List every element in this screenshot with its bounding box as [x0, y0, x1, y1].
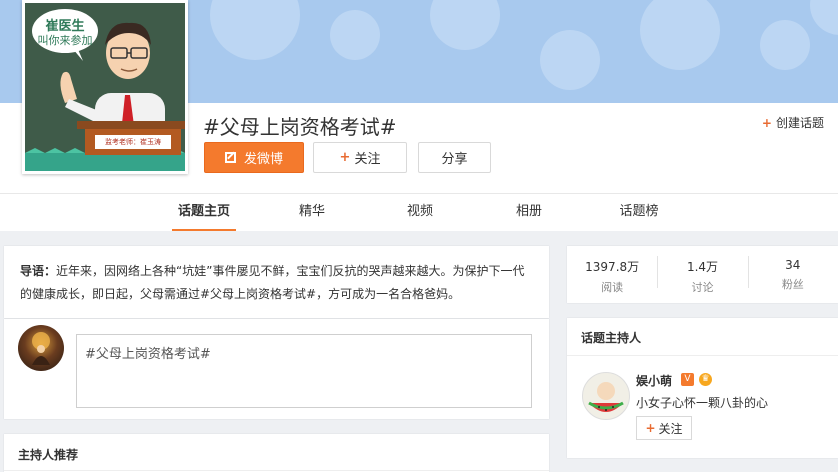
host-recommend-title: 主持人推荐: [18, 448, 79, 462]
host-avatar[interactable]: [582, 372, 630, 420]
plus-icon: +: [645, 421, 656, 435]
topic-stats: 1397.8万 阅读 1.4万 讨论 34 粉丝: [567, 246, 838, 303]
follow-host-button[interactable]: + 关注: [636, 416, 692, 440]
crown-icon: ♛: [699, 373, 712, 386]
section-divider: [567, 355, 838, 356]
host-section-title: 话题主持人: [581, 331, 642, 345]
post-weibo-label: 发微博: [243, 152, 283, 167]
post-weibo-button[interactable]: 发微博: [204, 142, 304, 173]
tab-label: 视频: [406, 204, 433, 219]
user-avatar-icon: [32, 332, 50, 365]
tab-videos[interactable]: 视频: [396, 194, 444, 231]
composer-text: #父母上岗资格考试#: [85, 347, 211, 362]
stat-label: 讨论: [691, 281, 714, 294]
stat-fans: 34 粉丝: [747, 246, 838, 303]
follow-topic-button[interactable]: + 关注: [313, 142, 407, 173]
follow-host-label: 关注: [658, 421, 683, 436]
topic-title: #父母上岗资格考试#: [203, 115, 397, 139]
stat-reads: 1397.8万 阅读: [567, 246, 657, 303]
stat-label: 阅读: [601, 281, 624, 294]
follow-label: 关注: [354, 152, 381, 167]
host-recommend-card: 主持人推荐: [4, 434, 549, 472]
tab-topic-ranking[interactable]: 话题榜: [613, 194, 665, 231]
plus-icon: +: [339, 150, 351, 165]
speech-bubble-line2: 叫你来参加: [37, 34, 93, 47]
tab-label: 话题榜: [619, 204, 659, 219]
plus-icon: +: [761, 116, 772, 130]
topic-stats-card: 1397.8万 阅读 1.4万 讨论 34 粉丝: [567, 246, 838, 303]
stat-value: 1.4万: [686, 260, 719, 274]
tab-label: 话题主页: [177, 204, 230, 219]
host-bio: 小女子心怀一颗八卦的心: [636, 396, 769, 410]
topic-cover-image: 崔医生 叫你来参加 监考老师：崔玉涛: [22, 0, 188, 174]
verified-v-icon: V: [681, 373, 694, 386]
stat-discussions: 1.4万 讨论: [657, 246, 747, 303]
tab-album[interactable]: 相册: [505, 194, 553, 231]
podium-label: 监考老师：崔玉涛: [105, 138, 161, 146]
share-label: 分享: [441, 152, 468, 167]
host-name[interactable]: 娱小萌: [636, 372, 672, 389]
create-topic-link[interactable]: + 创建话题: [762, 114, 824, 131]
topic-intro-card: 导语：近年来，因网络上各种“坑娃”事件屡见不鲜，宝宝们反抗的哭声越来越大。为保护…: [4, 246, 549, 318]
intro-lead: 导语：: [20, 264, 57, 278]
share-button[interactable]: 分享: [418, 142, 491, 173]
stat-value: 34: [785, 258, 801, 272]
edit-icon: [224, 151, 236, 163]
tab-label: 精华: [298, 204, 325, 219]
user-avatar[interactable]: [18, 325, 64, 371]
intro-text: 近年来，因网络上各种“坑娃”事件屡见不鲜，宝宝们反抗的哭声越来越大。为保护下一代…: [20, 264, 525, 301]
topic-intro: 导语：近年来，因网络上各种“坑娃”事件屡见不鲜，宝宝们反抗的哭声越来越大。为保护…: [20, 260, 535, 306]
doctor-illustration: 崔医生 叫你来参加 监考老师：崔玉涛: [25, 3, 185, 171]
tab-label: 相册: [515, 204, 542, 219]
tab-highlights[interactable]: 精华: [288, 194, 336, 231]
create-topic-label: 创建话题: [775, 116, 824, 130]
topic-tabs: 话题主页 精华 视频 相册 话题榜: [0, 194, 838, 231]
host-avatar-icon: [588, 382, 624, 412]
tab-topic-home[interactable]: 话题主页: [172, 194, 236, 231]
section-divider: [4, 470, 549, 471]
stat-value: 1397.8万: [585, 260, 640, 274]
post-composer-input[interactable]: #父母上岗资格考试#: [76, 334, 532, 408]
stat-label: 粉丝: [781, 278, 804, 291]
